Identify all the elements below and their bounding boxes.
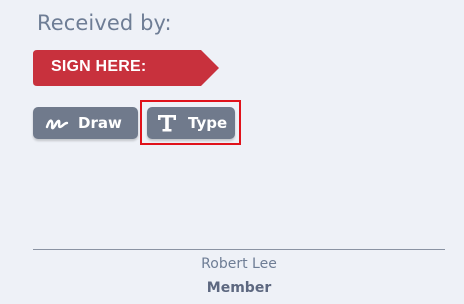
sign-here-label: SIGN HERE: <box>51 58 147 75</box>
text-type-icon <box>156 113 178 133</box>
type-signature-button[interactable]: Type <box>147 107 235 139</box>
sign-here-tab: SIGN HERE: <box>33 50 219 86</box>
signer-role: Member <box>206 280 272 296</box>
received-by-label: Received by: <box>37 11 172 35</box>
signer-name: Robert Lee <box>201 256 277 272</box>
draw-signature-button[interactable]: Draw <box>33 107 138 139</box>
signature-scribble-icon <box>45 113 69 133</box>
type-button-label: Type <box>188 114 228 132</box>
signature-line <box>33 249 445 250</box>
draw-button-label: Draw <box>78 114 122 132</box>
